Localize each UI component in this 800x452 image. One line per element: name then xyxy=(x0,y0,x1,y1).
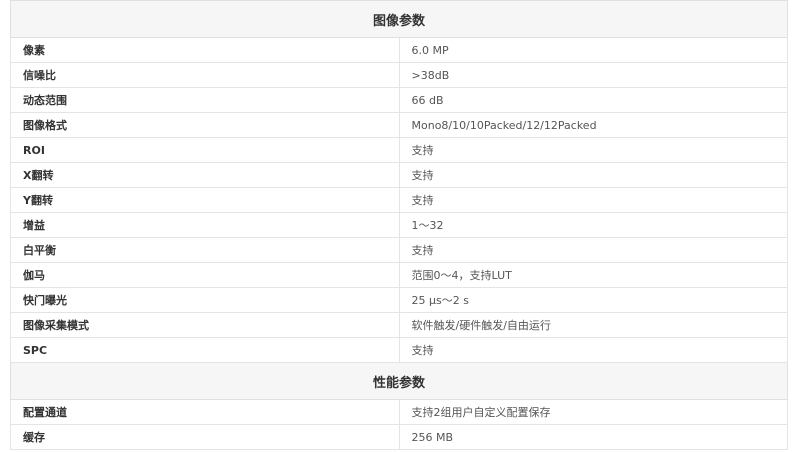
table-row: 像素 6.0 MP xyxy=(10,37,788,63)
row-key: ROI xyxy=(10,137,400,163)
table-row: Y翻转 支持 xyxy=(10,187,788,213)
row-value: 范围0～4，支持LUT xyxy=(398,262,788,288)
table-row: ROI 支持 xyxy=(10,137,788,163)
row-key: 伽马 xyxy=(10,262,400,288)
row-key: 信噪比 xyxy=(10,62,400,88)
row-key: 白平衡 xyxy=(10,237,400,263)
row-value: 支持 xyxy=(398,162,788,188)
table-row: 配置通道 支持2组用户自定义配置保存 xyxy=(10,399,788,425)
row-key: 快门曝光 xyxy=(10,287,400,313)
row-value: 支持 xyxy=(398,187,788,213)
table-row: 缓存 256 MB xyxy=(10,424,788,450)
row-value: 支持2组用户自定义配置保存 xyxy=(398,399,788,425)
row-key: X翻转 xyxy=(10,162,400,188)
spec-table: 图像参数 像素 6.0 MP 信噪比 >38dB 动态范围 66 dB 图像格式… xyxy=(10,0,788,450)
row-key: 图像格式 xyxy=(10,112,400,138)
row-key: 缓存 xyxy=(10,424,400,450)
table-row: 信噪比 >38dB xyxy=(10,62,788,88)
table-row: 动态范围 66 dB xyxy=(10,87,788,113)
row-value: 6.0 MP xyxy=(398,37,788,63)
table-row: 增益 1～32 xyxy=(10,212,788,238)
row-key: 像素 xyxy=(10,37,400,63)
row-value: 66 dB xyxy=(398,87,788,113)
row-key: Y翻转 xyxy=(10,187,400,213)
row-value: 软件触发/硬件触发/自由运行 xyxy=(398,312,788,338)
table-row: 伽马 范围0～4，支持LUT xyxy=(10,262,788,288)
table-row: 图像采集模式 软件触发/硬件触发/自由运行 xyxy=(10,312,788,338)
row-key: SPC xyxy=(10,337,400,363)
row-value: 256 MB xyxy=(398,424,788,450)
table-row: 图像格式 Mono8/10/10Packed/12/12Packed xyxy=(10,112,788,138)
row-value: 支持 xyxy=(398,237,788,263)
row-key: 图像采集模式 xyxy=(10,312,400,338)
row-value: 1～32 xyxy=(398,212,788,238)
table-row: SPC 支持 xyxy=(10,337,788,363)
row-key: 动态范围 xyxy=(10,87,400,113)
section-header-performance-params: 性能参数 xyxy=(10,362,788,400)
spec-sheet: 图像参数 像素 6.0 MP 信噪比 >38dB 动态范围 66 dB 图像格式… xyxy=(10,0,800,450)
row-value: 支持 xyxy=(398,137,788,163)
row-value: Mono8/10/10Packed/12/12Packed xyxy=(398,112,788,138)
row-key: 增益 xyxy=(10,212,400,238)
section-title: 图像参数 xyxy=(10,0,788,38)
section-header-image-params: 图像参数 xyxy=(10,0,788,38)
table-row: 白平衡 支持 xyxy=(10,237,788,263)
table-row: 快门曝光 25 μs～2 s xyxy=(10,287,788,313)
section-title: 性能参数 xyxy=(10,362,788,400)
row-key: 配置通道 xyxy=(10,399,400,425)
row-value: >38dB xyxy=(398,62,788,88)
table-row: X翻转 支持 xyxy=(10,162,788,188)
row-value: 25 μs～2 s xyxy=(398,287,788,313)
row-value: 支持 xyxy=(398,337,788,363)
